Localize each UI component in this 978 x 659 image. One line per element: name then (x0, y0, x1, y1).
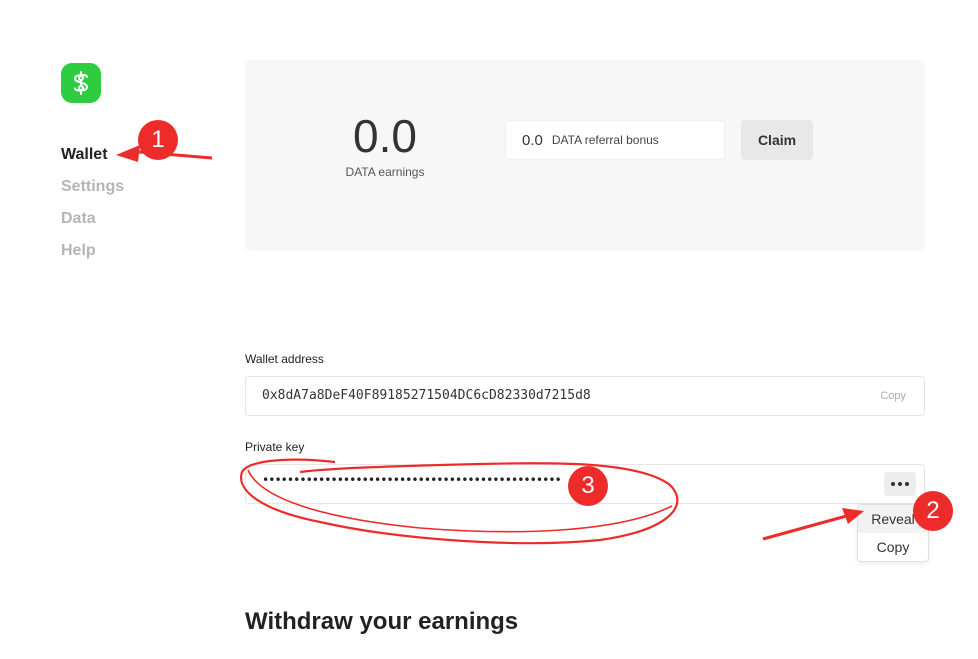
wallet-address-field: 0x8dA7a8DeF40F89185271504DC6cD82330d7215… (245, 376, 925, 416)
sidebar-item-settings[interactable]: Settings (61, 178, 124, 210)
sidebar-item-wallet[interactable]: Wallet (61, 146, 124, 178)
sidebar-item-data[interactable]: Data (61, 210, 124, 242)
earnings-value: 0.0 (353, 110, 417, 162)
sidebar-item-help[interactable]: Help (61, 242, 124, 274)
wallet-address-value[interactable]: 0x8dA7a8DeF40F89185271504DC6cD82330d7215… (262, 388, 591, 403)
claim-button[interactable]: Claim (741, 120, 813, 160)
referral-bonus-value: 0.0 (522, 131, 543, 149)
private-key-more-button[interactable] (884, 472, 916, 496)
wallet-address-label: Wallet address (245, 352, 324, 366)
referral-bonus-box: 0.0 DATA referral bonus (505, 120, 725, 160)
app-logo (61, 63, 101, 103)
annotation-arrow-2 (762, 513, 851, 541)
annotation-badge-3: 3 (568, 466, 608, 506)
withdraw-heading: Withdraw your earnings (245, 608, 519, 635)
referral-bonus-label: DATA referral bonus (551, 133, 659, 147)
sidebar-nav: Wallet Settings Data Help (61, 146, 124, 274)
private-key-label: Private key (245, 440, 305, 454)
menu-item-copy[interactable]: Copy (858, 533, 928, 561)
private-key-masked-value: ••••••••••••••••••••••••••••••••••••••••… (262, 473, 562, 487)
earnings-card: 0.0 DATA earnings 0.0 DATA referral bonu… (245, 60, 925, 251)
annotation-badge-1: 1 (138, 120, 178, 160)
earnings-label: DATA earnings (345, 165, 425, 179)
annotation-badge-2: 2 (913, 491, 953, 531)
ellipsis-icon (891, 482, 895, 486)
copy-address-button[interactable]: Copy (880, 390, 906, 402)
dollar-swirl-icon (73, 71, 89, 95)
